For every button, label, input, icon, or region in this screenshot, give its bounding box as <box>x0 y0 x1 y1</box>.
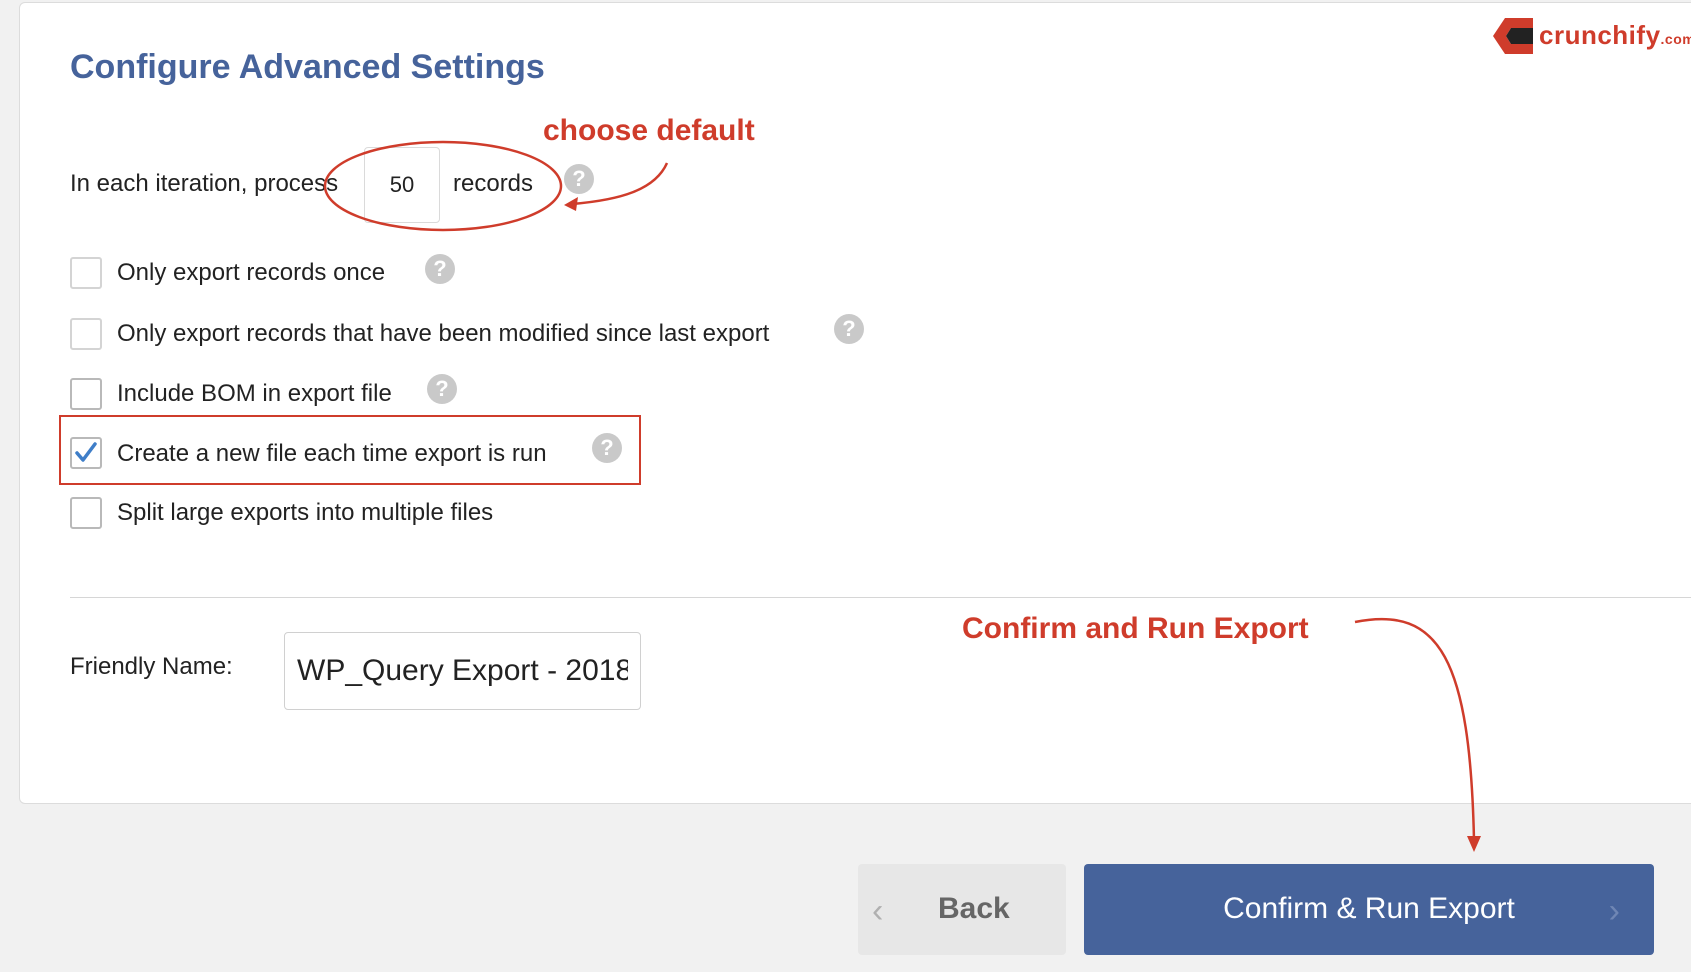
highlight-box <box>59 415 641 485</box>
chevron-left-icon: ‹ <box>872 892 884 930</box>
option-label: Include BOM in export file <box>117 380 392 407</box>
chevron-right-icon: › <box>1608 892 1620 930</box>
logo-text: crunchify.com <box>1539 20 1691 50</box>
question-icon[interactable]: ? <box>564 164 594 194</box>
crunchify-logo-mark <box>1493 18 1533 54</box>
question-icon[interactable]: ? <box>427 374 457 404</box>
confirm-button-label: Confirm & Run Export <box>1223 892 1515 925</box>
records-per-iteration-input[interactable] <box>364 147 440 223</box>
iteration-suffix-label: records <box>453 170 534 197</box>
annotation-choose-default: choose default <box>543 114 755 147</box>
option-label: Only export records that have been modif… <box>117 320 770 347</box>
back-button-label: Back <box>938 892 1010 925</box>
annotation-confirm-run: Confirm and Run Export <box>962 612 1309 645</box>
checkbox[interactable] <box>70 257 102 289</box>
option-label: Only export records once <box>117 259 386 286</box>
option-label: Split large exports into multiple files <box>117 499 494 526</box>
confirm-run-export-button[interactable]: Confirm & Run Export › <box>1084 864 1654 955</box>
checkbox[interactable] <box>70 318 102 350</box>
question-icon[interactable]: ? <box>425 254 455 284</box>
question-icon[interactable]: ? <box>834 314 864 344</box>
annotation-arrow-head <box>1467 836 1481 852</box>
page-title: Configure Advanced Settings <box>70 48 545 86</box>
friendly-name-label: Friendly Name: <box>70 653 233 680</box>
checkbox[interactable] <box>70 497 102 529</box>
checkbox[interactable] <box>70 378 102 410</box>
back-button[interactable]: ‹ Back <box>858 864 1066 955</box>
section-divider <box>70 597 1691 598</box>
friendly-name-input[interactable] <box>284 632 641 710</box>
iteration-prefix-label: In each iteration, process <box>70 170 339 197</box>
